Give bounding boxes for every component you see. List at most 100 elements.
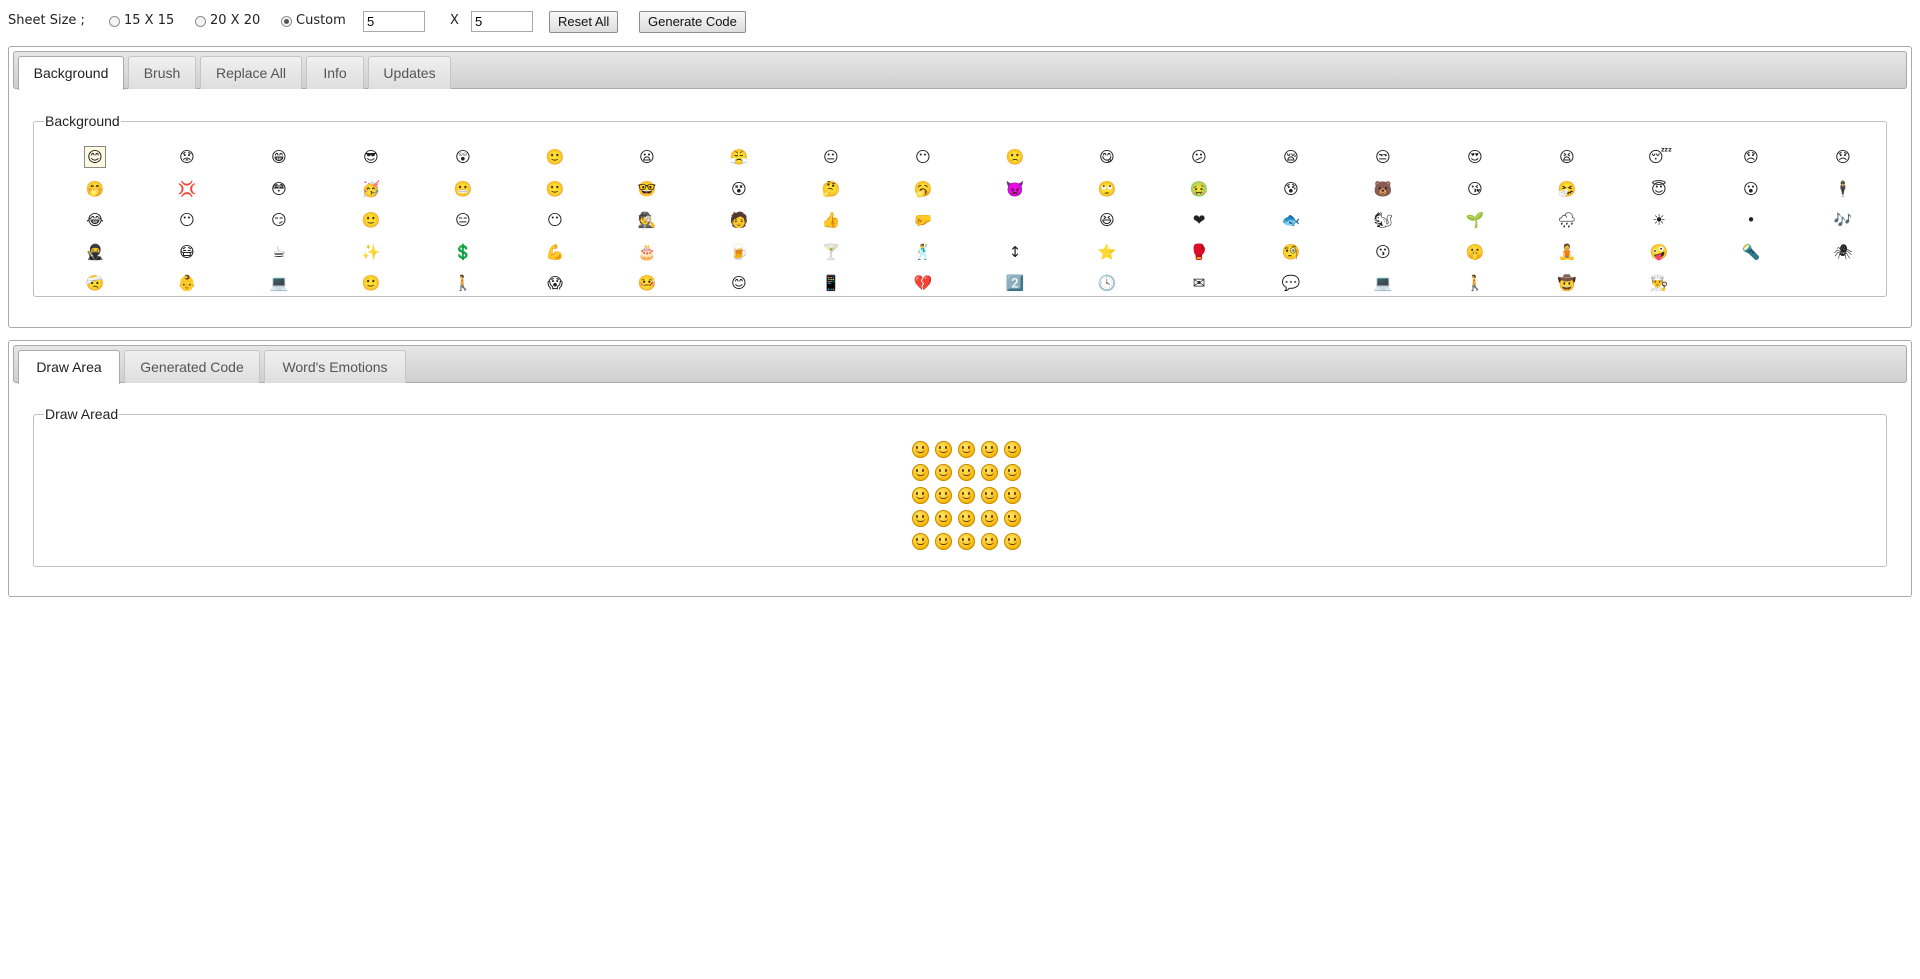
emoticon-2-19[interactable]: 🎶 <box>1832 209 1854 231</box>
radio-custom[interactable]: Custom <box>281 13 346 28</box>
emoticon-0-13[interactable]: 😪 <box>1280 146 1302 168</box>
draw-cell-4-4[interactable] <box>1001 531 1023 553</box>
emoticon-2-0[interactable]: 😂 <box>84 209 106 231</box>
emoticon-3-10[interactable]: ↕ <box>1004 241 1026 263</box>
tab-brush[interactable]: Brush <box>128 56 196 89</box>
emoticon-1-2[interactable]: 😳 <box>268 178 290 200</box>
emoticon-0-6[interactable]: 😦 <box>636 146 658 168</box>
emoticon-4-2[interactable]: 💻 <box>268 272 290 294</box>
emoticon-0-16[interactable]: 😫 <box>1556 146 1578 168</box>
emoticon-0-14[interactable]: 😒 <box>1372 146 1394 168</box>
generate-code-button[interactable]: Generate Code <box>639 11 746 33</box>
emoticon-0-17[interactable]: 😴 <box>1648 146 1672 168</box>
emoticon-2-7[interactable]: 🧑 <box>728 209 750 231</box>
emoticon-2-9[interactable]: 🤛 <box>912 209 934 231</box>
tab-updates[interactable]: Updates <box>368 56 451 89</box>
emoticon-1-1[interactable]: 💢 <box>176 178 198 200</box>
emoticon-4-11[interactable]: 🕓 <box>1096 272 1118 294</box>
emoticon-3-17[interactable]: 🤪 <box>1648 241 1670 263</box>
draw-cell-1-3[interactable] <box>978 462 1000 484</box>
draw-cell-3-2[interactable] <box>955 508 977 530</box>
emoticon-2-18[interactable]: • <box>1740 209 1762 231</box>
reset-all-button[interactable]: Reset All <box>549 11 619 33</box>
emoticon-3-8[interactable]: 🍸 <box>820 241 842 263</box>
emoticon-4-9[interactable]: 💔 <box>912 272 934 294</box>
emoticon-4-5[interactable]: 😱 <box>544 272 566 294</box>
tab-info[interactable]: Info <box>306 56 364 89</box>
emoticon-3-16[interactable]: 🧘 <box>1556 241 1578 263</box>
emoticon-3-19[interactable]: 🕷 <box>1832 241 1854 263</box>
emoticon-1-3[interactable]: 🥳 <box>360 178 382 200</box>
emoticon-1-7[interactable]: 😵 <box>728 178 750 200</box>
radio-15x15[interactable]: 15 X 15 <box>109 13 174 28</box>
draw-cell-3-4[interactable] <box>1001 508 1023 530</box>
draw-cell-3-3[interactable] <box>978 508 1000 530</box>
emoticon-2-13[interactable]: 🐟 <box>1280 209 1302 231</box>
draw-cell-3-1[interactable] <box>932 508 954 530</box>
draw-cell-2-3[interactable] <box>978 485 1000 507</box>
tab-draw-area[interactable]: Draw Area <box>18 350 120 384</box>
emoticon-2-3[interactable]: 🙂 <box>360 209 382 231</box>
emoticon-2-14[interactable]: 🐿 <box>1372 209 1394 231</box>
emoticon-2-2[interactable]: 😏 <box>268 209 290 231</box>
emoticon-3-4[interactable]: 💲 <box>452 241 474 263</box>
emoticon-2-15[interactable]: 🌱 <box>1464 209 1486 231</box>
tab-generated-code[interactable]: Generated Code <box>124 350 260 383</box>
emoticon-0-8[interactable]: 😐 <box>820 146 842 168</box>
emoticon-4-13[interactable]: 💬 <box>1280 272 1302 294</box>
emoticon-3-14[interactable]: 😗 <box>1372 241 1394 263</box>
tab-words-emotions[interactable]: Word's Emotions <box>264 350 406 383</box>
emoticon-0-2[interactable]: 😁 <box>268 146 290 168</box>
emoticon-0-18[interactable]: 😞 <box>1740 146 1762 168</box>
draw-cell-4-0[interactable] <box>909 531 931 553</box>
emoticon-3-15[interactable]: 🤫 <box>1464 241 1486 263</box>
emoticon-0-9[interactable]: 😶 <box>912 146 934 168</box>
emoticon-2-8[interactable]: 👍 <box>820 209 842 231</box>
emoticon-0-19[interactable]: 😞 <box>1832 146 1854 168</box>
draw-cell-1-4[interactable] <box>1001 462 1023 484</box>
emoticon-1-15[interactable]: 😘 <box>1464 178 1486 200</box>
emoticon-0-10[interactable]: 🙁 <box>1004 146 1026 168</box>
draw-cell-4-2[interactable] <box>955 531 977 553</box>
draw-cell-2-2[interactable] <box>955 485 977 507</box>
emoticon-4-6[interactable]: 🤒 <box>636 272 658 294</box>
draw-cell-1-2[interactable] <box>955 462 977 484</box>
emoticon-1-8[interactable]: 🤔 <box>820 178 842 200</box>
draw-cell-2-1[interactable] <box>932 485 954 507</box>
width-input[interactable] <box>363 11 425 32</box>
emoticon-0-1[interactable]: 😟 <box>176 146 198 168</box>
draw-cell-1-1[interactable] <box>932 462 954 484</box>
emoticon-4-16[interactable]: 🤠 <box>1556 272 1578 294</box>
emoticon-4-17[interactable]: 👨‍🍳 <box>1648 272 1670 294</box>
emoticon-1-17[interactable]: 😇 <box>1648 178 1670 200</box>
emoticon-1-13[interactable]: 😰 <box>1280 178 1302 200</box>
draw-cell-2-0[interactable] <box>909 485 931 507</box>
emoticon-2-17[interactable]: ☀ <box>1648 209 1670 231</box>
emoticon-1-4[interactable]: 😬 <box>452 178 474 200</box>
emoticon-3-9[interactable]: 🕺 <box>912 241 934 263</box>
emoticon-2-16[interactable]: 🌧 <box>1556 209 1578 231</box>
emoticon-0-7[interactable]: 😤 <box>728 146 750 168</box>
emoticon-2-12[interactable]: ❤ <box>1188 209 1210 231</box>
emoticon-2-11[interactable]: 😆 <box>1096 209 1118 231</box>
emoticon-4-0[interactable]: 🤕 <box>84 272 106 294</box>
emoticon-1-16[interactable]: 🤧 <box>1556 178 1578 200</box>
emoticon-2-5[interactable]: 😶 <box>544 209 566 231</box>
emoticon-0-11[interactable]: 😋 <box>1096 146 1118 168</box>
radio-20x20[interactable]: 20 X 20 <box>195 13 260 28</box>
emoticon-4-1[interactable]: 👶 <box>176 272 198 294</box>
emoticon-3-2[interactable]: ☕ <box>268 241 290 263</box>
emoticon-4-8[interactable]: 📱 <box>820 272 842 294</box>
emoticon-0-4[interactable]: 😲 <box>452 146 474 168</box>
draw-cell-1-0[interactable] <box>909 462 931 484</box>
emoticon-3-7[interactable]: 🍺 <box>728 241 750 263</box>
emoticon-4-7[interactable]: 😊 <box>728 272 750 294</box>
emoticon-3-12[interactable]: 🥊 <box>1188 241 1210 263</box>
emoticon-3-11[interactable]: ⭐ <box>1096 241 1118 263</box>
emoticon-1-14[interactable]: 🐻 <box>1372 178 1394 200</box>
emoticon-3-6[interactable]: 🎂 <box>636 241 658 263</box>
emoticon-0-0[interactable]: 😊 <box>84 146 106 168</box>
height-input[interactable] <box>471 11 533 32</box>
emoticon-0-15[interactable]: 😍 <box>1464 146 1486 168</box>
draw-cell-4-3[interactable] <box>978 531 1000 553</box>
